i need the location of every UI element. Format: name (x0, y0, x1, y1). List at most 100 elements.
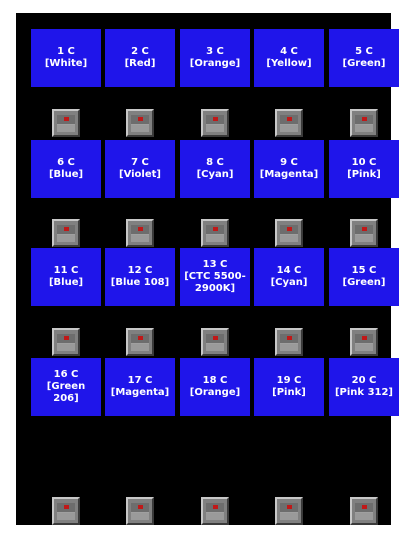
channel-color-name: [Yellow] (266, 58, 312, 69)
channel-number: 7 C (131, 157, 149, 168)
channel-color-name: [Pink] (347, 169, 381, 180)
color-swatch-icon[interactable] (126, 328, 154, 356)
swatch-indicator-dot (64, 336, 69, 340)
color-swatch-icon[interactable] (275, 109, 303, 137)
channel-button-5[interactable]: 5 C [Green] (329, 29, 399, 87)
swatch-indicator-dot (362, 117, 367, 121)
channel-color-name: [Green 206] (46, 381, 86, 404)
channel-number: 5 C (355, 46, 373, 57)
channel-color-name: [Green] (342, 277, 386, 288)
swatch-lower-panel (206, 513, 224, 520)
color-swatch-icon[interactable] (52, 109, 80, 137)
channel-color-name: [Violet] (119, 169, 161, 180)
color-swatch-icon[interactable] (52, 328, 80, 356)
channel-color-name: [Magenta] (259, 169, 319, 180)
swatch-lower-panel (280, 513, 298, 520)
channel-number: 19 C (276, 375, 302, 386)
color-swatch-icon[interactable] (350, 328, 378, 356)
swatch-lower-panel (280, 125, 298, 132)
channel-color-name: [Green] (342, 58, 386, 69)
channel-color-name: [Blue 108] (110, 277, 170, 288)
channel-button-16[interactable]: 16 C [Green 206] (31, 358, 101, 416)
channel-color-name: [Pink] (272, 387, 306, 398)
color-swatch-icon[interactable] (201, 109, 229, 137)
channel-button-19[interactable]: 19 C [Pink] (254, 358, 324, 416)
channel-button-8[interactable]: 8 C [Cyan] (180, 140, 250, 198)
color-swatch-icon[interactable] (126, 497, 154, 525)
channel-button-20[interactable]: 20 C [Pink 312] (329, 358, 399, 416)
color-swatch-icon[interactable] (201, 497, 229, 525)
channel-button-1[interactable]: 1 C [White] (31, 29, 101, 87)
channel-button-12[interactable]: 12 C [Blue 108] (105, 248, 175, 306)
color-channel-grid: 1 C [White] 2 C [Red] 3 C [Orange] 4 C [Yellow]… (16, 13, 399, 525)
channel-button-17[interactable]: 17 C [Magenta] (105, 358, 175, 416)
channel-button-2[interactable]: 2 C [Red] (105, 29, 175, 87)
swatch-indicator-dot (64, 227, 69, 231)
channel-button-6[interactable]: 6 C [Blue] (31, 140, 101, 198)
swatch-lower-panel (280, 344, 298, 351)
channel-color-name: [Magenta] (110, 387, 170, 398)
swatch-indicator-dot (287, 117, 292, 121)
color-swatch-icon[interactable] (201, 328, 229, 356)
channel-button-9[interactable]: 9 C [Magenta] (254, 140, 324, 198)
swatch-lower-panel (355, 513, 373, 520)
channel-number: 15 C (351, 265, 377, 276)
swatch-indicator-dot (64, 117, 69, 121)
swatch-lower-panel (280, 235, 298, 242)
channel-button-18[interactable]: 18 C [Orange] (180, 358, 250, 416)
channel-button-15[interactable]: 15 C [Green] (329, 248, 399, 306)
swatch-indicator-dot (287, 336, 292, 340)
swatch-lower-panel (355, 235, 373, 242)
channel-number: 16 C (53, 369, 79, 380)
channel-color-name: [CTC 5500-2900K] (184, 271, 246, 294)
color-swatch-icon[interactable] (350, 219, 378, 247)
swatch-lower-panel (206, 235, 224, 242)
color-swatch-icon[interactable] (350, 497, 378, 525)
color-swatch-icon[interactable] (52, 497, 80, 525)
swatch-lower-panel (131, 125, 149, 132)
swatch-lower-panel (57, 513, 75, 520)
channel-button-11[interactable]: 11 C [Blue] (31, 248, 101, 306)
channel-color-name: [Pink 312] (334, 387, 394, 398)
channel-button-10[interactable]: 10 C [Pink] (329, 140, 399, 198)
channel-number: 17 C (127, 375, 153, 386)
swatch-lower-panel (206, 125, 224, 132)
channel-button-13[interactable]: 13 C [CTC 5500-2900K] (180, 248, 250, 306)
channel-color-name: [Orange] (189, 387, 241, 398)
swatch-lower-panel (57, 235, 75, 242)
channel-button-4[interactable]: 4 C [Yellow] (254, 29, 324, 87)
channel-color-name: [Orange] (189, 58, 241, 69)
channel-number: 9 C (280, 157, 298, 168)
color-swatch-icon[interactable] (275, 497, 303, 525)
channel-button-7[interactable]: 7 C [Violet] (105, 140, 175, 198)
swatch-indicator-dot (213, 505, 218, 509)
swatch-lower-panel (131, 235, 149, 242)
swatch-indicator-dot (64, 505, 69, 509)
channel-number: 14 C (276, 265, 302, 276)
swatch-indicator-dot (138, 227, 143, 231)
swatch-indicator-dot (138, 336, 143, 340)
channel-button-14[interactable]: 14 C [Cyan] (254, 248, 324, 306)
swatch-lower-panel (355, 344, 373, 351)
swatch-indicator-dot (138, 117, 143, 121)
channel-number: 2 C (131, 46, 149, 57)
color-swatch-icon[interactable] (275, 328, 303, 356)
color-swatch-icon[interactable] (275, 219, 303, 247)
swatch-lower-panel (57, 125, 75, 132)
channel-number: 3 C (206, 46, 224, 57)
channel-color-name: [White] (44, 58, 88, 69)
swatch-indicator-dot (362, 505, 367, 509)
color-swatch-icon[interactable] (126, 219, 154, 247)
color-swatch-icon[interactable] (201, 219, 229, 247)
channel-color-name: [Red] (124, 58, 156, 69)
channel-number: 11 C (53, 265, 79, 276)
channel-number: 20 C (351, 375, 377, 386)
color-swatch-icon[interactable] (350, 109, 378, 137)
channel-button-3[interactable]: 3 C [Orange] (180, 29, 250, 87)
swatch-lower-panel (355, 125, 373, 132)
swatch-indicator-dot (362, 336, 367, 340)
swatch-lower-panel (206, 344, 224, 351)
color-swatch-icon[interactable] (126, 109, 154, 137)
channel-number: 10 C (351, 157, 377, 168)
color-swatch-icon[interactable] (52, 219, 80, 247)
